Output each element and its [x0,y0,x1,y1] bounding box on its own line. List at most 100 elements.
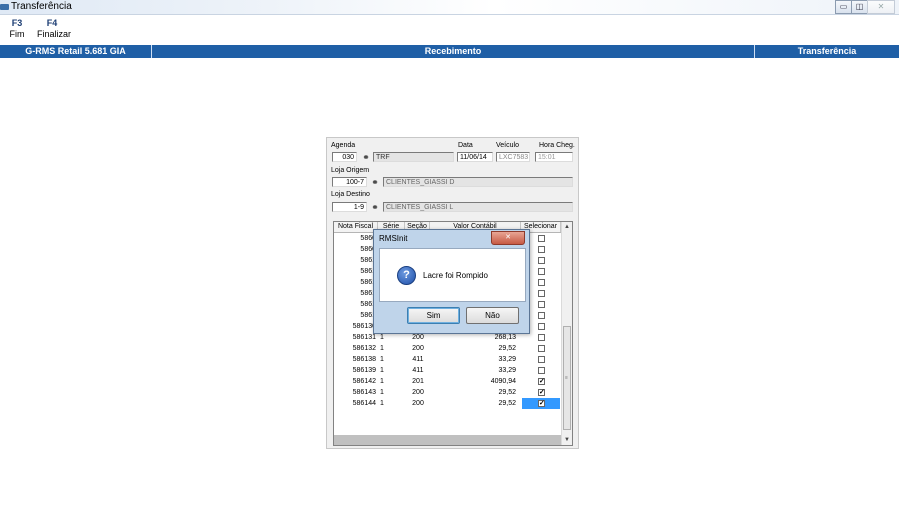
minimize-icon[interactable]: ▭ [835,0,852,14]
cell-nota: 586138 [352,356,376,363]
cell-valor: 29,52 [498,389,516,396]
hora-field[interactable]: 15:01 [535,152,573,162]
select-checkbox[interactable] [538,279,545,286]
agenda-code-field[interactable]: 030 [332,152,357,162]
mode-title: Transferência [797,46,857,56]
destino-name-field: CLIENTES_GIASSI L [383,202,573,212]
select-checkbox[interactable] [538,356,545,363]
select-checkbox[interactable] [538,334,545,341]
product-name: G-RMS Retail 5.681 GIA [0,45,152,58]
select-checkbox[interactable] [538,290,545,297]
cell-valor: 29,52 [498,400,516,407]
cell-secao: 200 [412,389,424,396]
screen-title: Recebimento [152,45,755,58]
veiculo-label: Veículo [496,142,519,149]
cell-serie: 1 [380,345,384,352]
table-row[interactable]: 586139 1 411 33,29 [334,365,561,376]
f3-fim-button[interactable]: F3 Fim [8,18,26,40]
f4-finalizar-button[interactable]: F4 Finalizar [37,18,72,40]
fkey-code: F3 [11,18,23,28]
cell-nota: 5861 [360,279,376,286]
table-row[interactable]: 586132 1 200 29,52 [334,343,561,354]
header-bar: G-RMS Retail 5.681 GIA Recebimento Trans… [0,45,899,58]
app-icon [0,4,9,10]
close-icon[interactable]: ✕ [867,0,895,14]
close-icon[interactable]: ✕ [491,231,525,245]
table-row[interactable]: 586144 1 200 29,52 ✓ [334,398,561,409]
origem-code-field[interactable]: 100-7 [332,177,367,187]
cell-secao: 411 [412,356,424,363]
cell-secao: 201 [412,378,424,385]
veiculo-field[interactable]: LXC7583 [496,152,530,162]
cell-nota: 586132 [352,345,376,352]
window-controls: ▭ ◫ ✕ [835,0,895,14]
fkey-code: F4 [46,18,58,28]
agenda-type-field: TRF [373,152,454,162]
select-checkbox[interactable] [538,323,545,330]
destino-code-field[interactable]: 1-9 [332,202,367,212]
no-button[interactable]: Não [466,307,519,324]
table-row[interactable]: 586142 1 201 4090,94 ✓ [334,376,561,387]
col-nota-fiscal[interactable]: Nota Fiscal [334,222,378,232]
select-checkbox[interactable] [538,312,545,319]
window-title: Transferência [11,1,72,12]
select-checkbox[interactable]: ✓ [538,400,545,407]
cell-nota: 5861 [360,257,376,264]
restore-icon[interactable]: ◫ [851,0,868,14]
select-checkbox[interactable] [538,345,545,352]
window-titlebar[interactable]: Transferência ▭ ◫ ✕ [0,0,899,15]
cell-serie: 1 [380,367,384,374]
destino-label: Loja Destino [331,191,370,198]
data-field[interactable]: 11/06/14 [457,152,493,162]
grid-scrollbar[interactable]: ▲ ≡ ▼ [561,222,572,445]
cell-nota: 5860 [360,235,376,242]
table-row[interactable]: 586143 1 200 29,52 ✓ [334,387,561,398]
select-checkbox[interactable] [538,301,545,308]
cell-valor: 29,52 [498,345,516,352]
cell-nota: 586130 [352,323,376,330]
scroll-down-icon[interactable]: ▼ [562,435,572,445]
cell-nota: 5861 [360,312,376,319]
select-checkbox[interactable] [538,235,545,242]
origem-name-field: CLIENTES_GIASSI D [383,177,573,187]
agenda-label: Agenda [331,142,356,149]
cell-secao: 200 [412,345,424,352]
cell-valor: 33,29 [498,367,516,374]
select-checkbox[interactable] [538,257,545,264]
cell-secao: 411 [412,367,424,374]
cell-nota: 5860 [360,246,376,253]
binoculars-icon[interactable]: ⚭ [369,202,381,212]
binoculars-icon[interactable]: ⚭ [360,152,372,162]
cell-nota: 586139 [352,367,376,374]
cell-secao: 200 [412,400,424,407]
scroll-up-icon[interactable]: ▲ [562,222,572,232]
confirm-dialog: RMSInit ✕ ? Lacre foi Rompido Sim Não [373,229,530,334]
dialog-title: RMSInit [379,234,408,243]
dialog-body: ? Lacre foi Rompido [379,248,526,302]
select-checkbox[interactable] [538,268,545,275]
select-checkbox[interactable] [538,367,545,374]
cell-serie: 1 [380,378,384,385]
select-checkbox[interactable]: ✓ [538,378,545,385]
cell-nota: 586143 [352,389,376,396]
cell-nota: 586142 [352,378,376,385]
cell-nota: 5861 [360,268,376,275]
grip-icon: ≡ [565,375,568,381]
cell-serie: 1 [380,389,384,396]
fkey-label: Fim [9,29,25,39]
select-checkbox[interactable]: ✓ [538,389,545,396]
yes-button[interactable]: Sim [407,307,460,324]
binoculars-icon[interactable]: ⚭ [369,177,381,187]
table-row[interactable]: 586138 1 411 33,29 [334,354,561,365]
cell-nota: 5861 [360,301,376,308]
cell-nota: 5861 [360,290,376,297]
select-checkbox[interactable] [538,246,545,253]
hora-label: Hora Cheg. [539,142,575,149]
cell-serie: 1 [380,400,384,407]
fkey-label: Finalizar [37,29,72,39]
origem-label: Loja Origem [331,167,370,174]
dialog-message: Lacre foi Rompido [423,271,488,280]
cell-valor: 4090,94 [490,378,516,385]
grid-footer [334,435,561,445]
scroll-thumb[interactable]: ≡ [563,326,571,430]
